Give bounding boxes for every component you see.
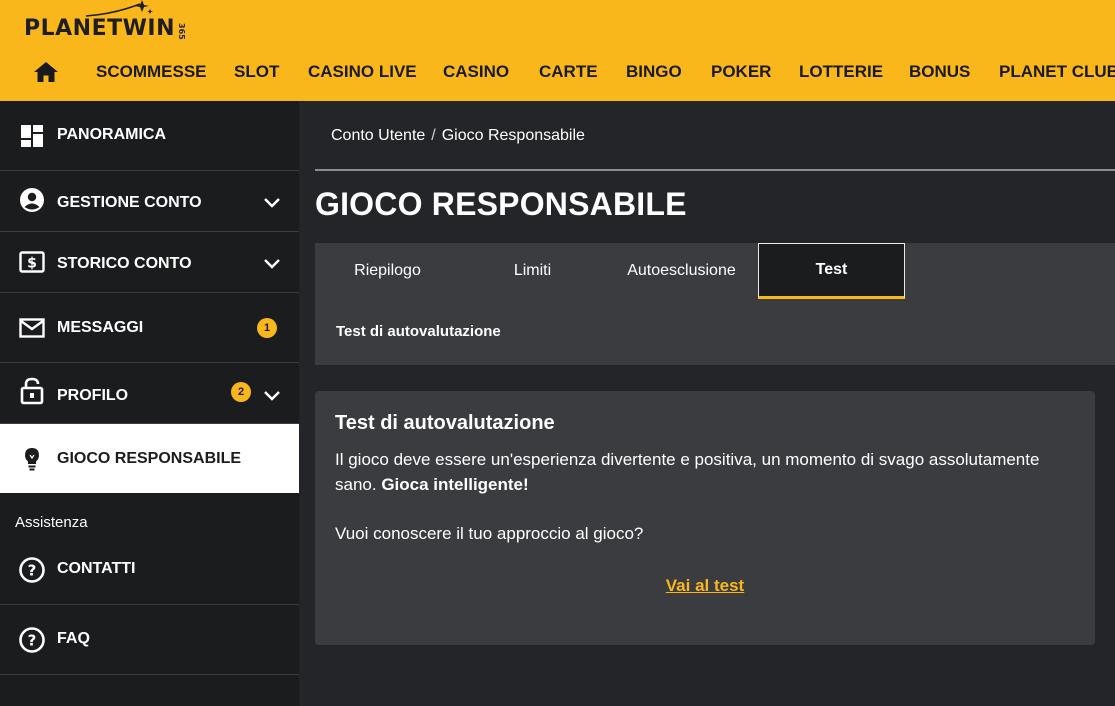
subtab-test-di-autovalutazione[interactable]: Test di autovalutazione xyxy=(336,323,501,340)
sidebar-item-faq[interactable]: ? FAQ xyxy=(0,605,299,675)
tab-limiti[interactable]: Limiti xyxy=(460,243,605,299)
notification-badge: 2 xyxy=(231,382,251,402)
chevron-down-icon[interactable] xyxy=(263,197,281,209)
svg-text:?: ? xyxy=(28,632,37,650)
sidebar-item-label: GESTIONE CONTO xyxy=(57,194,202,211)
brand-suffix: 365 xyxy=(176,23,186,40)
sidebar-item-storico-conto[interactable]: $ STORICO CONTO xyxy=(0,232,299,293)
brand-logo[interactable]: PLANETWIN 365 xyxy=(24,0,186,44)
nav-item-carte[interactable]: CARTE xyxy=(539,56,598,88)
chevron-down-icon[interactable] xyxy=(263,390,281,402)
money-icon: $ xyxy=(19,249,45,275)
main-nav: SCOMMESSE SLOT CASINO LIVE CASINO CARTE … xyxy=(0,56,1115,88)
tab-autoesclusione[interactable]: Autoesclusione xyxy=(605,243,758,299)
nav-item-casino-live[interactable]: CASINO LIVE xyxy=(308,56,417,88)
sidebar-item-contatti[interactable]: ? CONTATTI xyxy=(0,535,299,605)
divider xyxy=(315,169,1115,171)
sidebar-item-label: PANORAMICA xyxy=(57,126,167,143)
sidebar-item-profilo[interactable]: PROFILO 2 xyxy=(0,363,299,424)
nav-item-slot[interactable]: SLOT xyxy=(234,56,279,88)
nav-item-poker[interactable]: POKER xyxy=(711,56,771,88)
sidebar-item-gioco-responsabile[interactable]: GIOCO RESPONSABILE xyxy=(0,424,299,493)
breadcrumb-separator: / xyxy=(431,127,436,144)
sidebar-item-label: GIOCO RESPONSABILE xyxy=(57,450,242,467)
home-icon[interactable] xyxy=(32,60,60,84)
envelope-icon xyxy=(19,315,45,341)
account-sidebar: PANORAMICA GESTIONE CONTO $ STORICO CONT… xyxy=(0,101,299,706)
tabs-panel: Riepilogo Limiti Autoesclusione Test Tes… xyxy=(315,243,1115,365)
top-header: PLANETWIN 365 SCOMMESSE SLOT CASINO LIVE… xyxy=(0,0,1115,101)
notification-badge: 1 xyxy=(257,318,277,338)
nav-item-casino[interactable]: CASINO xyxy=(443,56,509,88)
sidebar-item-panoramica[interactable]: PANORAMICA xyxy=(0,101,299,171)
breadcrumb: Conto Utente / Gioco Responsabile xyxy=(331,127,585,145)
chevron-down-icon[interactable] xyxy=(263,258,281,270)
sidebar-item-messaggi[interactable]: MESSAGGI 1 xyxy=(0,293,299,363)
page-title: GIOCO RESPONSABILE xyxy=(315,186,687,222)
breadcrumb-parent[interactable]: Conto Utente xyxy=(331,127,425,144)
sidebar-item-label: FAQ xyxy=(57,630,90,647)
sidebar-item-label: CONTATTI xyxy=(57,560,136,577)
tab-riepilogo[interactable]: Riepilogo xyxy=(315,243,460,299)
stars-icon xyxy=(85,0,153,17)
breadcrumb-current: Gioco Responsabile xyxy=(441,127,585,144)
sidebar-item-label: MESSAGGI xyxy=(57,319,144,336)
help-circle-icon: ? xyxy=(19,627,45,653)
svg-text:$: $ xyxy=(27,256,37,272)
tab-test[interactable]: Test xyxy=(758,243,905,299)
card-text-bold: Gioca intelligente! xyxy=(381,475,529,494)
self-assessment-card: Test di autovalutazione Il gioco deve es… xyxy=(315,391,1095,645)
dashboard-icon xyxy=(19,123,45,149)
nav-item-lotterie[interactable]: LOTTERIE xyxy=(799,56,883,88)
svg-text:?: ? xyxy=(28,562,37,580)
lock-icon xyxy=(19,377,45,405)
card-description: Il gioco deve essere un'esperienza diver… xyxy=(335,447,1075,497)
sidebar-item-label: PROFILO xyxy=(57,387,129,404)
nav-item-bonus[interactable]: BONUS xyxy=(909,56,970,88)
brand-name: PLANETWIN xyxy=(24,16,175,41)
card-title: Test di autovalutazione xyxy=(335,412,555,434)
nav-item-planet-club[interactable]: PLANET CLUB xyxy=(999,56,1115,88)
lightbulb-icon xyxy=(19,446,45,472)
help-circle-icon: ? xyxy=(19,557,45,583)
nav-item-scommesse[interactable]: SCOMMESSE xyxy=(96,56,207,88)
section-heading: Assistenza xyxy=(15,514,88,531)
go-to-test-link[interactable]: Vai al test xyxy=(315,576,1095,596)
sidebar-item-label: STORICO CONTO xyxy=(57,255,192,272)
sidebar-item-gestione-conto[interactable]: GESTIONE CONTO xyxy=(0,171,299,232)
user-circle-icon xyxy=(19,187,45,213)
nav-item-bingo[interactable]: BINGO xyxy=(626,56,682,88)
card-question: Vuoi conoscere il tuo approccio al gioco… xyxy=(335,524,644,543)
